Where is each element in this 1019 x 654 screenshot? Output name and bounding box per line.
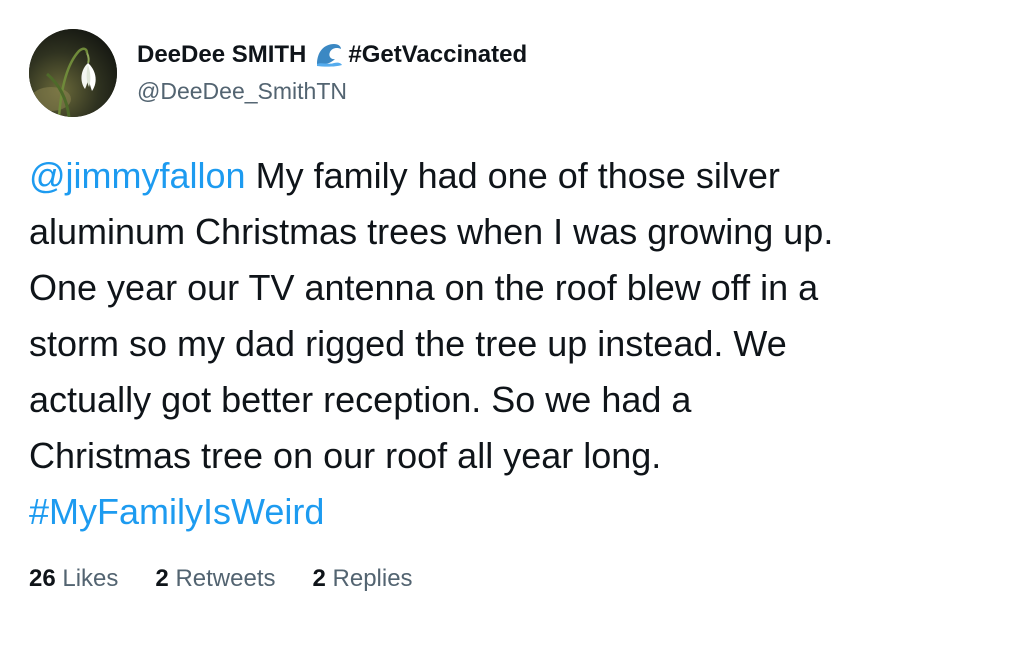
mention-link[interactable]: @jimmyfallon — [29, 155, 246, 196]
water-wave-icon — [314, 40, 344, 70]
likes-stat[interactable]: 26 Likes — [29, 562, 118, 596]
tweet-line: aluminum Christmas trees when I was grow… — [29, 211, 834, 252]
tweet-line: storm so my dad rigged the tree up inste… — [29, 323, 787, 364]
replies-stat[interactable]: 2 Replies — [312, 562, 412, 596]
tweet-line-text: My family had one of those silver — [245, 155, 780, 196]
snowdrop-flower-image — [29, 29, 117, 117]
display-name-hashtag: #GetVaccinated — [348, 41, 528, 68]
retweets-stat[interactable]: 2 Retweets — [155, 562, 275, 596]
avatar[interactable] — [29, 29, 117, 117]
tweet-line: One year our TV antenna on the roof blew… — [29, 267, 819, 308]
likes-label: Likes — [62, 565, 119, 592]
retweets-count: 2 — [155, 565, 169, 592]
display-name[interactable]: DeeDee SMITH #GetVaccinated — [137, 40, 527, 70]
tweet-line: Christmas tree on our roof all year long… — [29, 435, 662, 476]
tweet-header: DeeDee SMITH #GetVaccinated @DeeDee_Smit… — [29, 28, 527, 118]
tweet-line: @jimmyfallon My family had one of those … — [29, 148, 989, 204]
author-handle[interactable]: @DeeDee_SmithTN — [137, 76, 527, 106]
hashtag-link[interactable]: #MyFamilyIsWeird — [29, 491, 324, 532]
replies-label: Replies — [332, 565, 413, 592]
tweet-stats: 26 Likes 2 Retweets 2 Replies — [29, 562, 450, 596]
author-names: DeeDee SMITH #GetVaccinated @DeeDee_Smit… — [137, 40, 527, 106]
likes-count: 26 — [29, 565, 56, 592]
tweet-line: #MyFamilyIsWeird — [29, 484, 989, 540]
tweet-line: actually got better reception. So we had… — [29, 379, 692, 420]
retweets-label: Retweets — [175, 565, 276, 592]
tweet-text: @jimmyfallon My family had one of those … — [29, 148, 989, 540]
tweet-card: DeeDee SMITH #GetVaccinated @DeeDee_Smit… — [0, 0, 1019, 654]
display-name-text: DeeDee SMITH — [137, 41, 307, 68]
replies-count: 2 — [312, 565, 326, 592]
